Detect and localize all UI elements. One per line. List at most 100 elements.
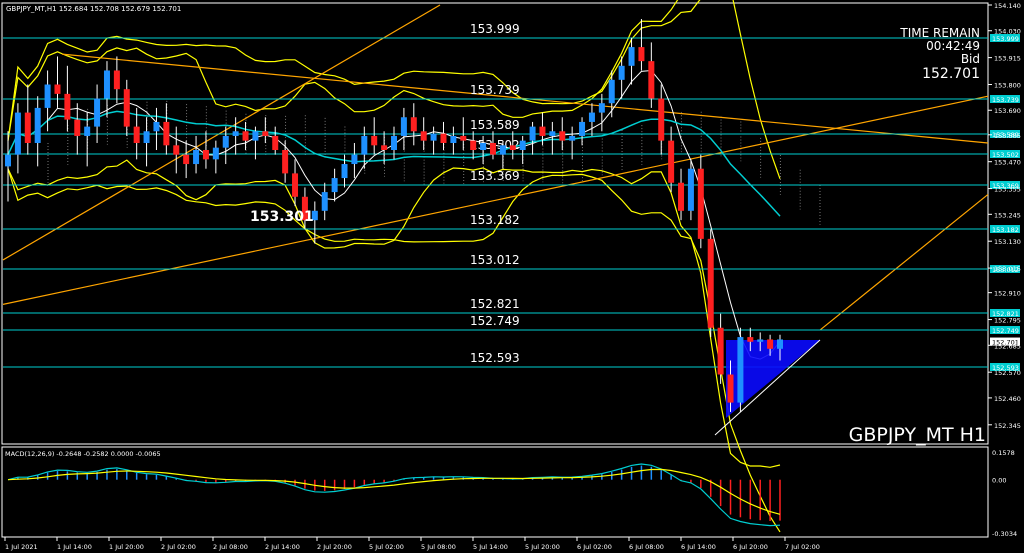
price-tick-label: 152.345 xyxy=(994,422,1021,430)
candle-body xyxy=(509,145,516,150)
candle-body xyxy=(341,164,348,179)
candle-body xyxy=(163,121,170,146)
candle-body xyxy=(707,238,714,328)
time-tick-label: 6 Jul 08:00 xyxy=(629,543,664,551)
level-label: 153.369 xyxy=(470,169,520,183)
time-tick-label: 5 Jul 02:00 xyxy=(369,543,404,551)
level-price-tag-text: 153.182 xyxy=(992,226,1019,234)
macd-title: MACD(12,26,9) -0.2648 -0.2582 0.0000 -0.… xyxy=(5,450,161,458)
candle-body xyxy=(430,133,437,141)
candle-body xyxy=(658,98,665,141)
price-tick-label: 152.685 xyxy=(994,342,1021,350)
candle-body xyxy=(499,145,506,155)
candle-body xyxy=(638,47,645,62)
level-price-tag-text: 153.739 xyxy=(992,96,1019,104)
time-tick-label: 6 Jul 14:00 xyxy=(681,543,716,551)
candle-body xyxy=(242,131,249,141)
candle-body xyxy=(569,135,576,141)
candle-body xyxy=(74,119,81,136)
candle-body xyxy=(34,107,41,143)
price-tick-label: 152.910 xyxy=(994,290,1021,298)
time-tick-label: 7 Jul 02:00 xyxy=(785,543,820,551)
candle-body xyxy=(767,339,774,349)
candle-body xyxy=(480,142,487,150)
candle-body xyxy=(618,65,625,80)
candle-body xyxy=(212,147,219,160)
price-tick-label: 153.585 xyxy=(994,132,1021,140)
time-tick-label: 2 Jul 20:00 xyxy=(317,543,352,551)
candle-body xyxy=(470,140,477,150)
candle-body xyxy=(410,117,417,132)
bid-label: Bid xyxy=(961,52,980,66)
candle-body xyxy=(588,112,595,122)
candle-body xyxy=(222,135,229,148)
price-tick-label: 152.795 xyxy=(994,317,1021,325)
candle-body xyxy=(351,154,358,165)
price-tick-label: 153.245 xyxy=(994,211,1021,219)
level-label: 153.739 xyxy=(470,83,520,97)
candle-body xyxy=(173,145,180,155)
candle-body xyxy=(757,339,764,342)
macd-tick-label: 0.00 xyxy=(992,477,1006,485)
candle-body xyxy=(460,135,467,141)
candle-body xyxy=(737,337,744,403)
candle-body xyxy=(529,126,536,141)
candle-body xyxy=(777,339,783,349)
price-tick-label: 153.690 xyxy=(994,107,1021,115)
price-tick-label: 152.570 xyxy=(994,369,1021,377)
candle-body xyxy=(717,327,724,375)
candle-body xyxy=(272,135,279,150)
price-tick-label: 153.800 xyxy=(994,82,1021,90)
price-tick-label: 153.130 xyxy=(994,238,1021,246)
candle-body xyxy=(94,98,101,127)
time-tick-label: 5 Jul 08:00 xyxy=(421,543,456,551)
candle-body xyxy=(727,374,734,403)
level-label: 153.589 xyxy=(470,118,520,132)
candle-body xyxy=(668,140,675,183)
candle-body xyxy=(84,126,91,136)
level-label: 153.182 xyxy=(470,213,520,227)
candle-body xyxy=(252,131,259,141)
candle-body xyxy=(282,150,289,174)
candle-body xyxy=(400,117,407,136)
candle-body xyxy=(381,145,388,150)
price-tick-label: 154.140 xyxy=(994,2,1021,10)
time-remain-label: TIME REMAIN xyxy=(899,26,980,40)
time-tick-label: 5 Jul 20:00 xyxy=(525,543,560,551)
candle-body xyxy=(321,192,328,211)
time-tick-label: 5 Jul 14:00 xyxy=(473,543,508,551)
price-tick-label: 152.460 xyxy=(994,395,1021,403)
candle-body xyxy=(54,84,61,94)
time-tick-label: 6 Jul 20:00 xyxy=(733,543,768,551)
candle-body xyxy=(440,133,447,143)
price-tick-label: 153.470 xyxy=(994,159,1021,167)
candle-body xyxy=(123,89,130,127)
price-tick-label: 153.915 xyxy=(994,55,1021,63)
price-tick-label: 153.015 xyxy=(994,265,1021,273)
time-tick-label: 6 Jul 02:00 xyxy=(577,543,612,551)
candle-body xyxy=(648,61,655,99)
macd-tick-label: 0.1578 xyxy=(992,449,1015,457)
candle-body xyxy=(262,131,269,136)
candle-body xyxy=(598,103,605,113)
time-remain-value: 00:42:49 xyxy=(926,39,980,53)
candle-body xyxy=(5,154,11,167)
candle-body xyxy=(183,154,190,165)
candle-body xyxy=(133,126,140,143)
time-tick-label: 2 Jul 08:00 xyxy=(213,543,248,551)
candle-body xyxy=(361,135,368,155)
time-tick-label: 1 Jul 14:00 xyxy=(57,543,92,551)
candle-body xyxy=(202,150,209,160)
candle-body xyxy=(678,182,685,211)
candle-body xyxy=(697,168,704,239)
candle-body xyxy=(747,337,754,342)
level-label: 152.593 xyxy=(470,351,520,365)
time-tick-label: 2 Jul 14:00 xyxy=(265,543,300,551)
level-label: 153.999 xyxy=(470,22,520,36)
candle-body xyxy=(391,135,397,150)
time-tick-label: 2 Jul 02:00 xyxy=(161,543,196,551)
price-chart[interactable]: 153.999 153.999 153.739 153.739 153.589 153.5… xyxy=(0,0,1024,553)
symbol-watermark: GBPJPY_MT H1 xyxy=(849,424,986,446)
candle-body xyxy=(292,173,299,197)
price-tick-label: 153.355 xyxy=(994,186,1021,194)
